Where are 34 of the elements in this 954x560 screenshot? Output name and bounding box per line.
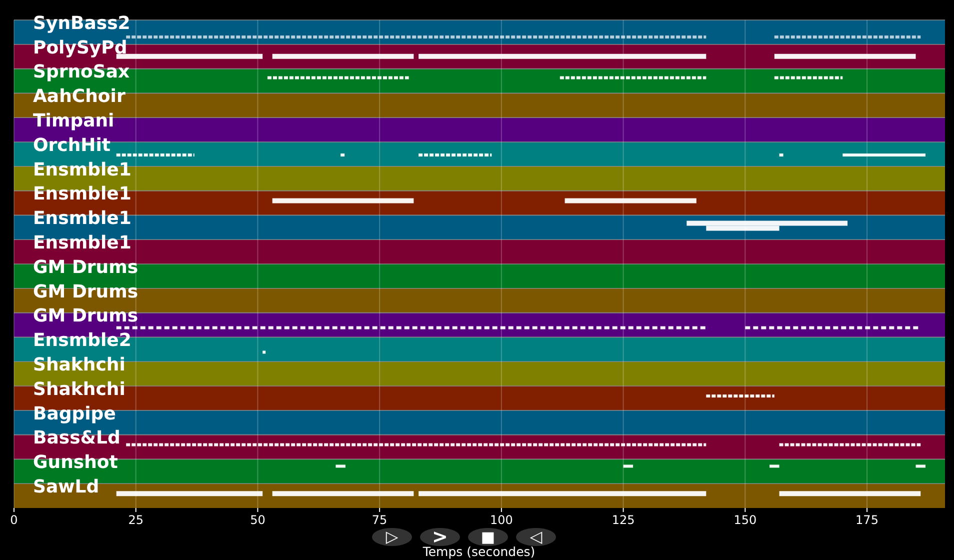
track-label: AahChoir (33, 86, 126, 108)
back-button[interactable]: ◁ (516, 528, 556, 546)
tick-label: 0 (10, 513, 18, 527)
track-label: Shakhchi (33, 354, 126, 376)
track-label: SprnoSax (33, 62, 130, 83)
track-label: Ensmble1 (33, 184, 132, 205)
play-button[interactable]: ▷ (372, 528, 412, 546)
track-label: Ensmble1 (33, 208, 132, 230)
track-label: Bass&Ld (33, 428, 120, 449)
tick-label: 150 (734, 513, 757, 527)
track-label: GM Drums (33, 306, 138, 327)
tick-label: 100 (490, 513, 513, 527)
track-label: OrchHit (33, 134, 111, 156)
track-label: Bagpipe (33, 403, 116, 424)
notes-drawing (262, 350, 266, 354)
tick-label: 25 (128, 513, 144, 527)
track-label: Ensmble1 (33, 159, 132, 180)
tick-label: 175 (856, 513, 878, 527)
stop-button[interactable]: ■ (468, 528, 508, 546)
track-label: PolySyPd (33, 37, 128, 58)
forward-button[interactable]: > (420, 528, 460, 546)
track-label: SawLd (33, 476, 100, 498)
track-label: GM Drums (33, 281, 138, 302)
track-label: GM Drums (33, 256, 138, 278)
tick-label: 50 (250, 513, 266, 527)
track-label: SynBass2 (33, 12, 130, 34)
tick-label: 125 (612, 513, 635, 527)
track-label: Shakhchi (33, 378, 126, 400)
track-label: Ensmble2 (33, 330, 132, 352)
track-label: Timpani (33, 110, 114, 132)
axis-title: Temps (secondes) (422, 544, 536, 559)
track-label: Ensmble1 (33, 232, 132, 254)
track-label: Gunshot (33, 452, 118, 474)
tick-label: 75 (372, 513, 388, 527)
